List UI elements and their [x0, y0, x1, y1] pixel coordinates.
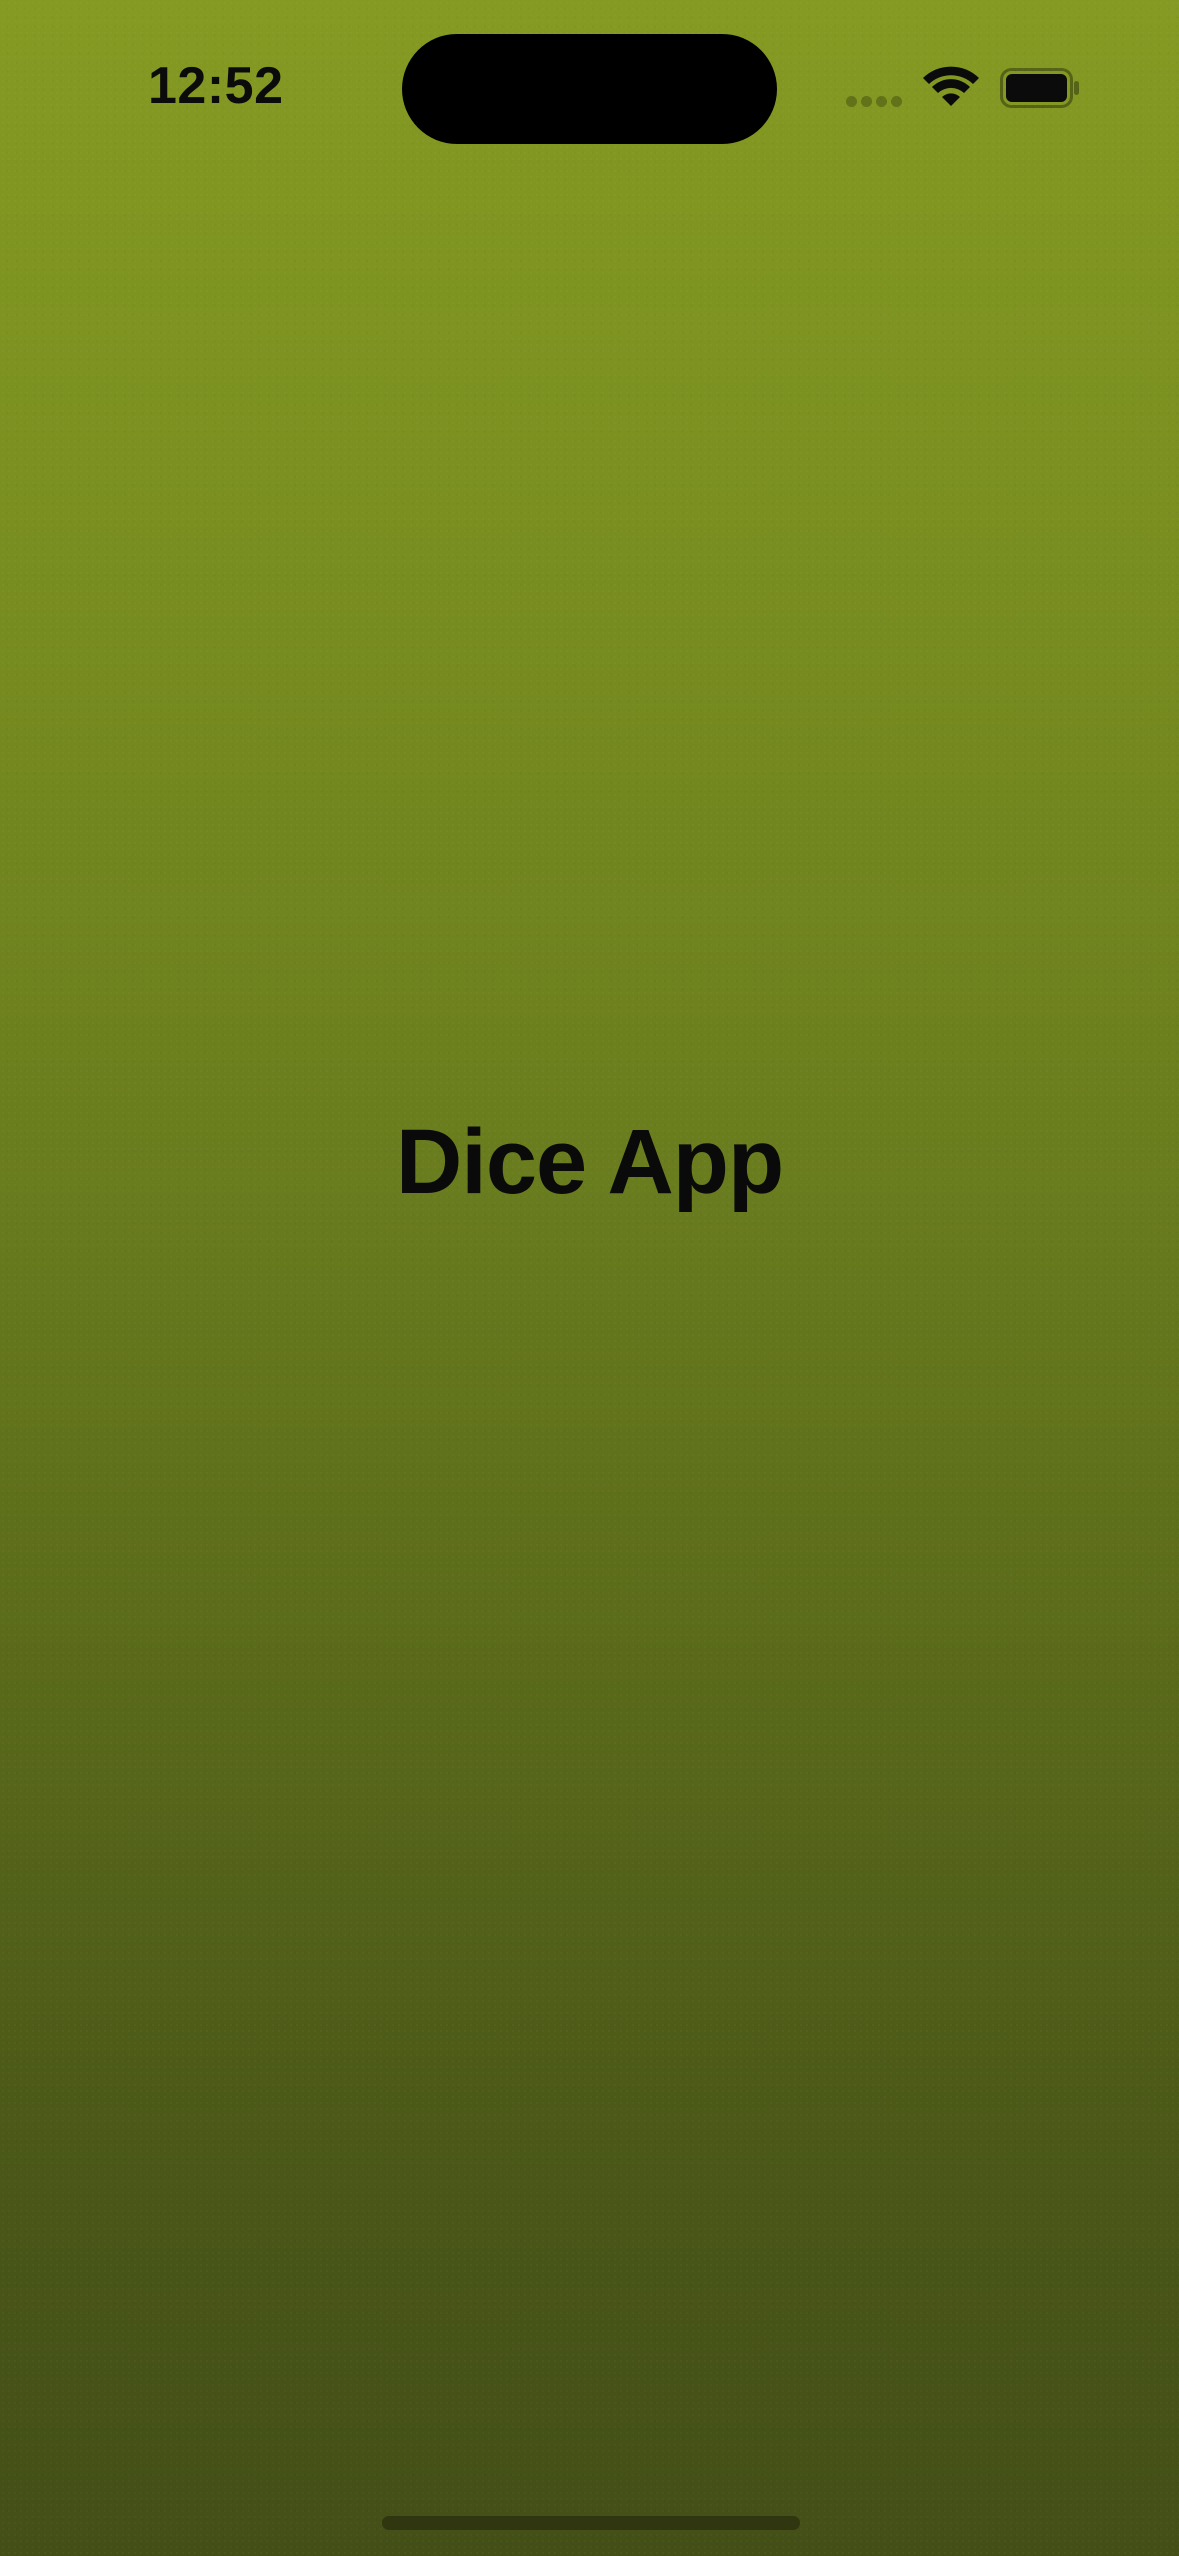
app-title: Dice App [395, 1111, 784, 1213]
battery-icon [1000, 68, 1079, 108]
wifi-icon [923, 66, 979, 106]
cellular-signal-icon [846, 96, 904, 108]
status-time: 12:52 [148, 57, 284, 115]
status-bar: 12:52 [0, 0, 1179, 180]
home-indicator[interactable] [382, 2516, 800, 2530]
dynamic-island [402, 34, 777, 144]
background-texture [0, 0, 1179, 2556]
